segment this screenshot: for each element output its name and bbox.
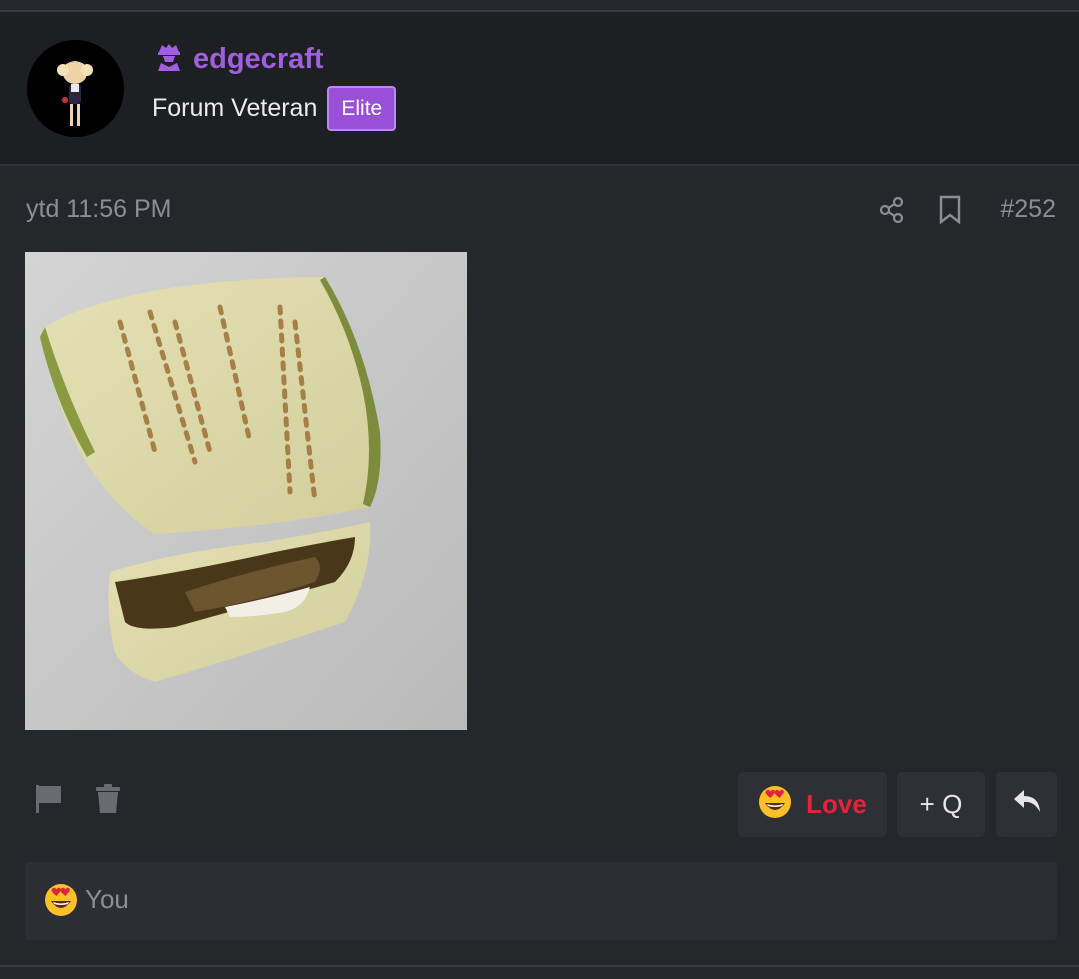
post-meta: ytd 11:56 PM #252 (26, 195, 1056, 227)
quote-label: + Q (919, 789, 963, 819)
trash-icon[interactable] (94, 783, 122, 820)
user-avatar[interactable] (27, 40, 124, 137)
user-title: Forum Veteran (152, 94, 318, 122)
user-header: edgecraft Forum Veteran Elite (0, 12, 1079, 166)
user-badge: Elite (327, 86, 397, 131)
username-link[interactable]: edgecraft (193, 43, 324, 76)
post-number-link[interactable]: #252 (1000, 195, 1056, 224)
reactions-summary[interactable]: You (25, 862, 1057, 940)
love-reaction-button[interactable]: Love (738, 772, 887, 837)
quote-button[interactable]: + Q (897, 772, 985, 837)
staff-icon (155, 42, 183, 77)
post-timestamp[interactable]: ytd 11:56 PM (26, 195, 171, 224)
love-label: Love (806, 789, 867, 819)
reply-button[interactable] (996, 772, 1057, 837)
reaction-users[interactable]: You (85, 884, 129, 915)
post-moderation-actions (34, 783, 122, 820)
flag-icon[interactable] (34, 783, 64, 820)
share-icon[interactable] (878, 195, 906, 225)
bookmark-icon[interactable] (936, 195, 964, 225)
post-image[interactable] (25, 252, 467, 730)
bottom-divider (0, 965, 1079, 967)
heart-eyes-icon (758, 785, 792, 824)
heart-eyes-icon (44, 883, 78, 917)
top-divider (0, 0, 1079, 12)
reply-icon (1012, 788, 1042, 821)
